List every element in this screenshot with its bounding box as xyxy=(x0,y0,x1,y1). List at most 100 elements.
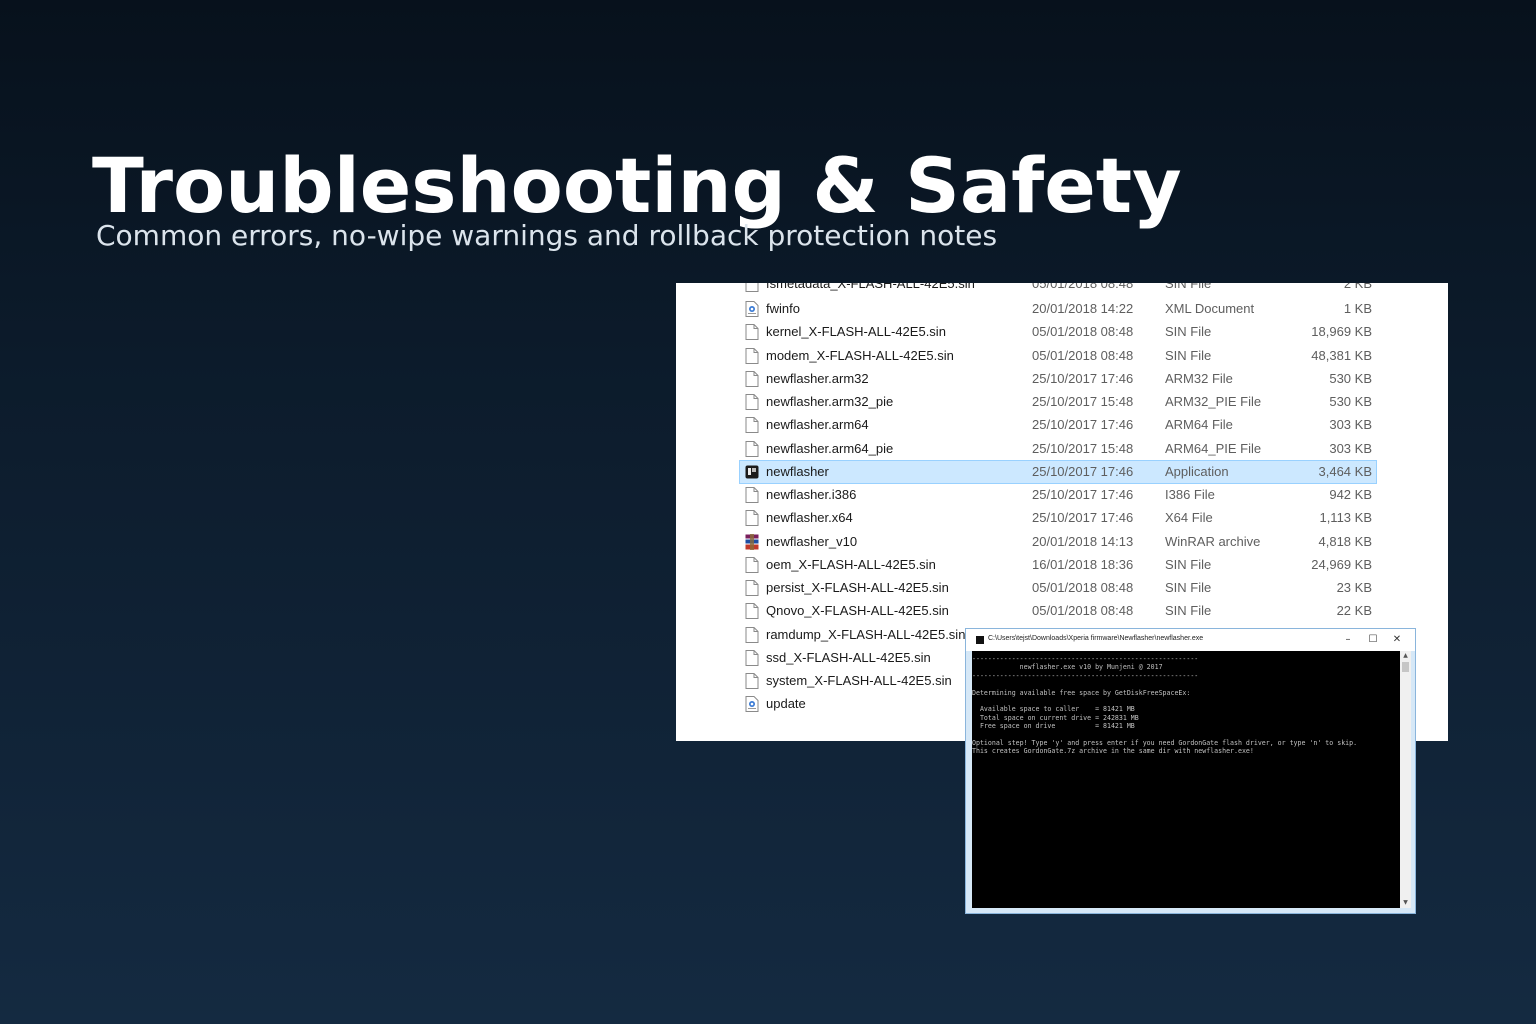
file-name: ramdump_X-FLASH-ALL-42E5.sin xyxy=(766,626,966,642)
file-type: XML Document xyxy=(1165,301,1255,316)
file-type: ARM64_PIE File xyxy=(1165,440,1262,456)
winrar-archive-icon xyxy=(745,533,759,550)
file-type: SIN File xyxy=(1165,580,1212,595)
file-date: 05/01/2018 08:48 xyxy=(1032,603,1134,619)
file-type: SIN File xyxy=(1165,283,1212,291)
file-size: 24,969 KB xyxy=(1311,556,1372,572)
file-name: newflasher.arm32 xyxy=(766,370,869,386)
file-row-partial[interactable]: fsmetadata_X-FLASH-ALL-42E5.sin 05/01/20… xyxy=(740,283,1376,295)
file-date: 25/10/2017 15:48 xyxy=(1032,440,1134,456)
file-size: 48,381 KB xyxy=(1311,347,1372,363)
console-scrollbar[interactable]: ▲ ▼ xyxy=(1400,651,1411,908)
console-title: C:\Users\tejst\Downloads\Xperia firmware… xyxy=(988,635,1204,642)
file-icon xyxy=(745,370,759,387)
file-type: ARM32_PIE File xyxy=(1165,394,1262,409)
file-date: 25/10/2017 17:46 xyxy=(1032,370,1134,386)
file-size: 942 KB xyxy=(1329,487,1372,502)
file-type: SIN File xyxy=(1165,324,1212,340)
maximize-button[interactable]: ☐ xyxy=(1363,632,1383,648)
file-row[interactable]: newflasher.x64 25/10/2017 17:46 X64 File 1,… xyxy=(740,507,1376,529)
close-button[interactable]: ✕ xyxy=(1387,632,1407,648)
file-row[interactable]: newflasher.i386 25/10/2017 17:46 I386 File… xyxy=(740,484,1376,506)
file-type: SIN File xyxy=(1165,603,1212,619)
file-type: ARM32 File xyxy=(1165,370,1233,386)
file-type: Application xyxy=(1165,463,1229,479)
file-type: ARM64 File xyxy=(1165,417,1233,433)
file-icon xyxy=(745,417,759,434)
file-size: 2 KB xyxy=(1343,283,1372,291)
file-row[interactable]: newflasher.arm32 25/10/2017 17:46 ARM32 Fi… xyxy=(740,368,1376,390)
file-icon xyxy=(745,324,759,341)
xml-document-icon xyxy=(745,696,759,713)
file-size: 3,464 KB xyxy=(1318,463,1373,479)
file-name: ssd_X-FLASH-ALL-42E5.sin xyxy=(766,649,931,665)
minimize-button[interactable]: – xyxy=(1338,632,1358,648)
file-row[interactable]: kernel_X-FLASH-ALL-42E5.sin 05/01/2018 08… xyxy=(740,321,1376,343)
file-icon xyxy=(745,626,759,643)
file-size: 530 KB xyxy=(1329,370,1372,386)
file-date: 25/10/2017 17:46 xyxy=(1032,417,1134,433)
file-icon xyxy=(745,580,759,596)
file-row[interactable]: persist_X-FLASH-ALL-42E5.sin 05/01/2018 0… xyxy=(740,577,1376,599)
file-icon xyxy=(745,487,759,503)
file-name: newflasher.arm64_pie xyxy=(766,440,894,456)
file-icon xyxy=(745,556,759,573)
file-name: newflasher.i386 xyxy=(766,487,857,502)
file-row[interactable]: Qnovo_X-FLASH-ALL-42E5.sin 05/01/2018 08:… xyxy=(740,600,1376,622)
file-name: Qnovo_X-FLASH-ALL-42E5.sin xyxy=(766,603,949,619)
file-date: 05/01/2018 08:48 xyxy=(1032,347,1134,363)
scroll-down-icon[interactable]: ▼ xyxy=(1400,898,1411,908)
file-row[interactable]: newflasher_v10 20/01/2018 14:13 WinRAR arc… xyxy=(740,531,1376,553)
file-row[interactable]: fwinfo 20/01/2018 14:22 XML Document 1 KB xyxy=(740,298,1376,320)
file-type: SIN File xyxy=(1165,556,1212,572)
file-row[interactable]: oem_X-FLASH-ALL-42E5.sin 16/01/2018 18:36… xyxy=(740,554,1376,576)
file-row[interactable]: newflasher.arm64_pie 25/10/2017 15:48 ARM6… xyxy=(740,438,1376,460)
file-row[interactable]: newflasher.arm64 25/10/2017 17:46 ARM64 Fi… xyxy=(740,414,1376,436)
console-app-icon xyxy=(976,636,984,644)
file-date: 25/10/2017 17:46 xyxy=(1032,510,1134,526)
file-date: 05/01/2018 08:48 xyxy=(1032,283,1134,291)
file-type: SIN File xyxy=(1165,347,1212,363)
scroll-thumb[interactable] xyxy=(1402,662,1409,672)
file-name: newflasher.arm32_pie xyxy=(766,394,894,409)
file-name: oem_X-FLASH-ALL-42E5.sin xyxy=(766,556,936,572)
file-icon xyxy=(745,394,759,410)
application-icon xyxy=(745,465,759,479)
xml-document-icon xyxy=(745,301,759,317)
file-size: 303 KB xyxy=(1329,440,1372,456)
file-icon xyxy=(745,649,759,666)
file-name: newflasher xyxy=(766,463,829,479)
file-row[interactable]: modem_X-FLASH-ALL-42E5.sin 05/01/2018 08:… xyxy=(740,345,1376,367)
file-name: fwinfo xyxy=(766,301,800,316)
console-output-area[interactable]: ----------------------------------------… xyxy=(972,651,1400,908)
file-icon xyxy=(745,510,759,527)
file-size: 1,113 KB xyxy=(1319,510,1372,526)
scroll-up-icon[interactable]: ▲ xyxy=(1400,651,1411,661)
file-name: newflasher.x64 xyxy=(766,510,853,526)
console-window: C:\Users\tejst\Downloads\Xperia firmware… xyxy=(965,628,1416,914)
file-date: 05/01/2018 08:48 xyxy=(1032,580,1134,595)
file-name: kernel_X-FLASH-ALL-42E5.sin xyxy=(766,324,946,340)
file-size: 22 KB xyxy=(1336,603,1372,619)
slide-subtitle: Common errors, no-wipe warnings and roll… xyxy=(96,219,998,252)
file-icon xyxy=(745,603,759,620)
file-date: 20/01/2018 14:13 xyxy=(1032,533,1134,549)
file-size: 4,818 KB xyxy=(1318,533,1373,549)
file-size: 303 KB xyxy=(1329,417,1372,433)
file-date: 05/01/2018 08:48 xyxy=(1032,324,1134,340)
file-name: persist_X-FLASH-ALL-42E5.sin xyxy=(766,580,949,595)
console-titlebar[interactable]: C:\Users\tejst\Downloads\Xperia firmware… xyxy=(966,629,1415,651)
file-row[interactable]: newflasher.arm32_pie 25/10/2017 15:48 ARM3… xyxy=(740,391,1376,413)
file-date: 25/10/2017 17:46 xyxy=(1032,487,1134,502)
file-size: 530 KB xyxy=(1329,394,1372,409)
file-name: fsmetadata_X-FLASH-ALL-42E5.sin xyxy=(766,283,975,291)
file-row[interactable]: newflasher 25/10/2017 17:46 Application 3,4… xyxy=(739,459,1377,484)
file-size: 1 KB xyxy=(1343,301,1372,316)
file-type: X64 File xyxy=(1165,510,1213,526)
file-name: newflasher_v10 xyxy=(766,533,858,549)
file-name: modem_X-FLASH-ALL-42E5.sin xyxy=(766,347,954,363)
file-icon xyxy=(745,347,759,364)
file-type: I386 File xyxy=(1165,487,1215,502)
file-name: newflasher.arm64 xyxy=(766,417,869,433)
file-icon xyxy=(745,283,759,292)
